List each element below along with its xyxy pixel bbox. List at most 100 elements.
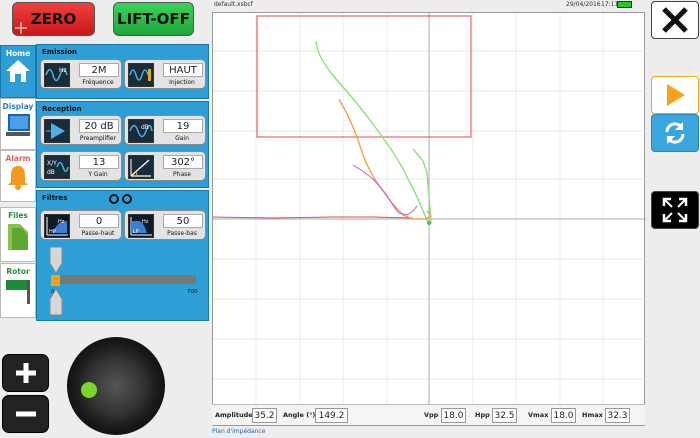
slider-max-label: 700 bbox=[187, 289, 198, 295]
battery-icon bbox=[617, 1, 632, 8]
fullscreen-icon bbox=[662, 197, 688, 223]
svg-text:HP: HP bbox=[49, 229, 56, 235]
close-button[interactable] bbox=[651, 1, 699, 39]
tab-display-label: Display bbox=[2, 102, 34, 111]
emission-title: Emission bbox=[42, 48, 77, 56]
lowpass-label: Passe-bas bbox=[167, 230, 197, 237]
vpp-label: Vpp bbox=[424, 411, 439, 419]
hmax-value: 32.3 bbox=[605, 408, 630, 423]
file-name: default.xsbcf bbox=[214, 1, 253, 8]
minus-icon bbox=[15, 411, 36, 417]
injection-control[interactable]: HAUT Injection bbox=[124, 59, 206, 89]
tab-home[interactable]: Home bbox=[0, 45, 36, 98]
monitor-icon bbox=[6, 114, 30, 136]
fullscreen-button[interactable] bbox=[651, 191, 699, 229]
phase-control[interactable]: 302° Phase bbox=[124, 151, 206, 181]
tab-files[interactable]: Files bbox=[0, 207, 36, 262]
injection-label: Injection bbox=[169, 79, 195, 86]
hmax-label: Hmax bbox=[582, 411, 603, 419]
filter-slider-handle[interactable] bbox=[48, 247, 64, 315]
svg-text:Hz: Hz bbox=[58, 219, 65, 225]
filters-title: Filtres bbox=[42, 194, 68, 202]
injection-value[interactable]: HAUT bbox=[163, 63, 203, 77]
frequency-control[interactable]: Hz 2M Fréquence bbox=[40, 59, 122, 89]
preamplifier-label: Preamplifier bbox=[79, 135, 117, 142]
crosshair-icon bbox=[15, 22, 27, 34]
sine-wave-icon: Hz bbox=[44, 63, 70, 87]
svg-text:dB: dB bbox=[47, 169, 55, 176]
amplitude-value: 35.2 bbox=[252, 408, 277, 423]
plus-icon bbox=[15, 363, 36, 383]
svg-text:LP: LP bbox=[133, 229, 139, 235]
bell-icon bbox=[8, 166, 28, 190]
y-gain-label: Y Gain bbox=[88, 171, 108, 178]
lowpass-filter-icon: Hz LP bbox=[128, 214, 154, 238]
play-icon bbox=[667, 84, 685, 106]
measurement-bar: Amplitude 35.2 Angle (°) 149.2 Vpp 18.0 … bbox=[212, 404, 645, 425]
frequency-label: Fréquence bbox=[82, 79, 114, 86]
highpass-control[interactable]: Hz HP 0 Passe-haut bbox=[40, 210, 122, 240]
amplifier-icon bbox=[44, 119, 70, 143]
close-icon bbox=[662, 7, 688, 33]
angle-value: 149.2 bbox=[315, 408, 348, 423]
minus-button[interactable] bbox=[2, 395, 49, 433]
lift-off-label: LIFT-OFF bbox=[117, 10, 190, 28]
preamplifier-control[interactable]: 20 dB Preamplifier bbox=[40, 115, 122, 145]
svg-text:Hz: Hz bbox=[59, 67, 67, 74]
refresh-icon bbox=[665, 122, 685, 144]
gain-label: Gain bbox=[175, 135, 189, 142]
lift-off-button[interactable]: LIFT-OFF bbox=[113, 2, 194, 36]
svg-text:Hz: Hz bbox=[142, 219, 149, 225]
folder-icon bbox=[8, 224, 28, 250]
gain-wave-icon: dB bbox=[128, 119, 154, 143]
reception-panel: Reception 20 dB Preamplifier dB 19 Gain … bbox=[36, 101, 209, 188]
y-gain-icon: X/Y dB bbox=[44, 155, 70, 179]
tab-files-label: Files bbox=[8, 211, 28, 220]
slider-min-label: 0 bbox=[51, 289, 55, 295]
frequency-value[interactable]: 2M bbox=[79, 63, 119, 77]
highpass-value[interactable]: 0 bbox=[79, 214, 119, 228]
filters-panel: Filtres Hz HP 0 Passe-haut Hz LP 50 Passe-… bbox=[36, 190, 209, 321]
tab-home-label: Home bbox=[5, 49, 31, 58]
reception-title: Reception bbox=[42, 105, 82, 113]
amplitude-label: Amplitude bbox=[215, 411, 253, 419]
vmax-label: Vmax bbox=[528, 411, 549, 419]
y-gain-control[interactable]: X/Y dB 13 Y Gain bbox=[40, 151, 122, 181]
zero-label: ZERO bbox=[30, 10, 77, 28]
emission-panel: Emission Hz 2M Fréquence HAUT Injection bbox=[36, 44, 209, 99]
injection-wave-icon bbox=[128, 63, 154, 87]
phase-angle-icon bbox=[128, 155, 154, 179]
tab-rotor[interactable]: Rotor bbox=[0, 263, 36, 318]
tab-alarm[interactable]: Alarm bbox=[0, 150, 36, 202]
filter-slider-track[interactable] bbox=[54, 275, 196, 284]
alarm-box bbox=[256, 15, 472, 138]
angle-label: Angle (°) bbox=[283, 411, 316, 419]
tab-alarm-label: Alarm bbox=[5, 154, 31, 163]
status-date: 29/04/2016 bbox=[566, 1, 601, 8]
preamplifier-value[interactable]: 20 dB bbox=[79, 119, 119, 133]
play-button[interactable] bbox=[651, 76, 699, 114]
hpp-value: 32.5 bbox=[492, 408, 517, 423]
impedance-plot bbox=[212, 13, 646, 405]
flag-icon bbox=[6, 280, 30, 304]
phase-label: Phase bbox=[173, 171, 191, 178]
plus-button[interactable] bbox=[2, 354, 49, 392]
vpp-value: 18.0 bbox=[441, 408, 466, 423]
gain-control[interactable]: dB 19 Gain bbox=[124, 115, 206, 145]
link-icon[interactable] bbox=[108, 193, 134, 205]
svg-text:dB: dB bbox=[141, 124, 149, 131]
home-icon bbox=[6, 60, 30, 82]
gain-value[interactable]: 19 bbox=[163, 119, 203, 133]
highpass-label: Passe-haut bbox=[81, 230, 115, 237]
rotary-knob[interactable] bbox=[67, 337, 165, 435]
lowpass-control[interactable]: Hz LP 50 Passe-bas bbox=[124, 210, 206, 240]
vmax-value: 18.0 bbox=[551, 408, 576, 423]
y-gain-value[interactable]: 13 bbox=[79, 155, 119, 169]
tab-display[interactable]: Display bbox=[0, 98, 36, 150]
status-time: 17:11 bbox=[601, 1, 619, 8]
plan-label: Plan d'impédance bbox=[212, 428, 266, 435]
lowpass-value[interactable]: 50 bbox=[163, 214, 203, 228]
refresh-button[interactable] bbox=[651, 114, 699, 152]
impedance-plane-graph[interactable] bbox=[212, 12, 646, 426]
phase-value[interactable]: 302° bbox=[163, 155, 203, 169]
